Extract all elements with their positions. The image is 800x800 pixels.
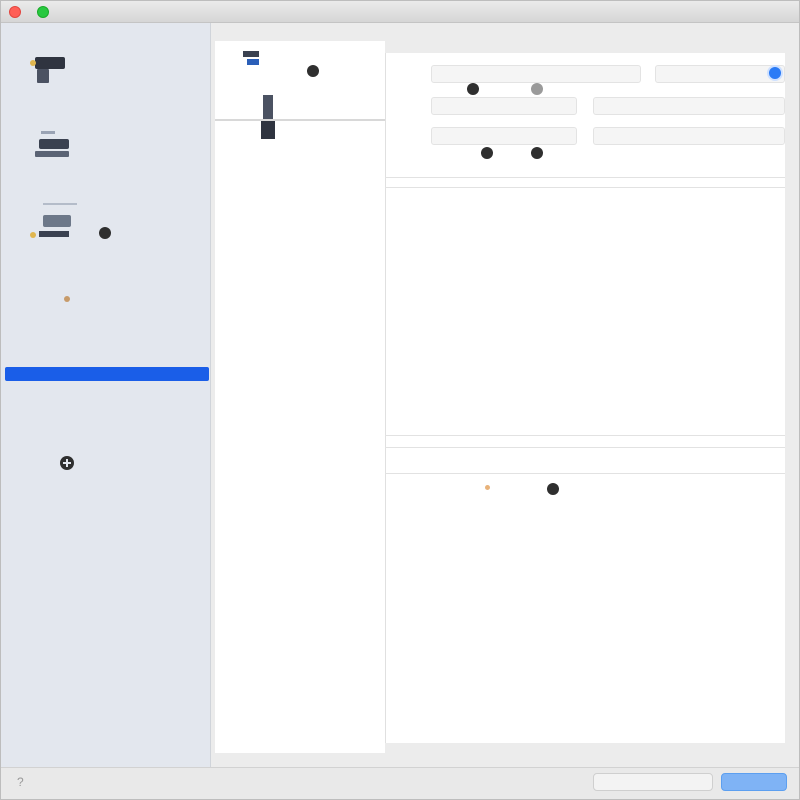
title-bar <box>1 1 799 23</box>
zoom-window-button[interactable] <box>37 6 49 18</box>
sidebar-item-user[interactable] <box>15 285 205 341</box>
close-window-button[interactable] <box>9 6 21 18</box>
action-dot[interactable] <box>531 147 543 159</box>
help-icon[interactable]: ? <box>17 775 31 789</box>
item-list <box>215 41 385 753</box>
detail-pane <box>385 53 785 743</box>
divider <box>385 187 785 188</box>
sidebar <box>1 23 211 769</box>
divider <box>385 473 785 474</box>
toggle-dot[interactable] <box>531 83 543 95</box>
vault-icon <box>25 47 77 87</box>
list-divider <box>215 119 385 121</box>
divider <box>385 177 785 178</box>
divider <box>385 435 785 436</box>
field-row-1[interactable] <box>431 65 641 83</box>
status-dot <box>99 227 111 239</box>
action-dot[interactable] <box>481 147 493 159</box>
toggle-dot[interactable] <box>467 83 479 95</box>
field-input-3[interactable] <box>593 127 785 145</box>
action-dot[interactable] <box>547 483 559 495</box>
key-icon[interactable] <box>259 95 277 141</box>
sidebar-item-vault[interactable] <box>15 41 205 97</box>
secondary-button[interactable] <box>593 773 713 791</box>
add-icon <box>25 449 77 489</box>
primary-button[interactable] <box>721 773 787 791</box>
bottom-bar: ? <box>1 767 799 799</box>
sidebar-item-selected[interactable] <box>5 367 209 381</box>
marker-dot <box>485 485 490 490</box>
app-window: ? <box>0 0 800 800</box>
sidebar-item-network[interactable] <box>15 195 205 251</box>
sidebar-item-tools[interactable] <box>15 119 205 175</box>
field-row-3[interactable] <box>431 127 577 145</box>
divider <box>385 447 785 448</box>
field-input-2[interactable] <box>593 97 785 115</box>
user-icon <box>25 291 107 331</box>
document-icon[interactable] <box>241 49 263 69</box>
list-item-marker <box>307 65 319 77</box>
sidebar-item-add[interactable] <box>15 443 205 499</box>
network-icon <box>25 201 123 241</box>
field-input-1[interactable] <box>655 65 785 83</box>
field-row-2[interactable] <box>431 97 577 115</box>
tools-icon <box>25 125 77 165</box>
radio-selected[interactable] <box>767 65 783 81</box>
